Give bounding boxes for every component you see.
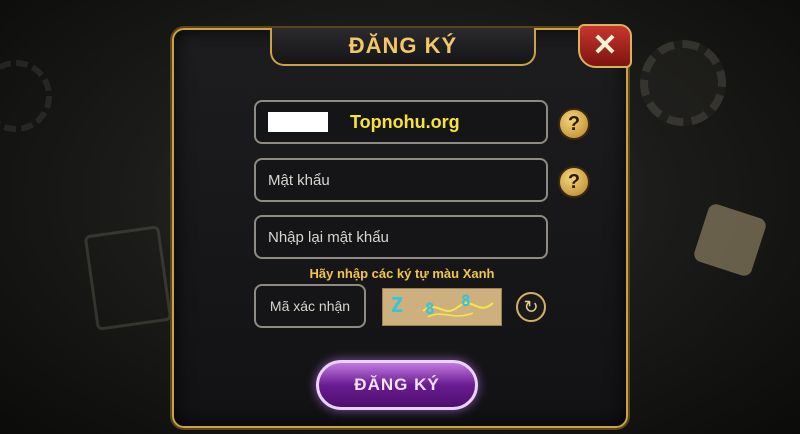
password-placeholder: Mật khẩu (268, 171, 330, 189)
close-icon: ✕ (592, 29, 618, 62)
captcha-char: 8 (425, 299, 435, 318)
confirm-password-placeholder: Nhập lại mật khẩu (268, 228, 389, 246)
register-dialog: ĐĂNG KÝ ✕ Topnohu.org ? Mật khẩu ? Nhập … (172, 24, 632, 428)
username-field[interactable]: Topnohu.org (254, 100, 548, 144)
dice-decoration (692, 202, 768, 278)
captcha-char: Z (391, 293, 404, 317)
captcha-input[interactable]: Mã xác nhận (254, 284, 366, 328)
dialog-title-tab: ĐĂNG KÝ (270, 28, 536, 66)
casino-chip-decoration (0, 60, 52, 132)
refresh-icon: ↻ (523, 296, 539, 317)
confirm-password-field[interactable]: Nhập lại mật khẩu (254, 215, 548, 259)
password-help-icon[interactable]: ? (558, 166, 590, 198)
dialog-title: ĐĂNG KÝ (348, 33, 458, 58)
refresh-captcha-button[interactable]: ↻ (516, 292, 546, 322)
close-button[interactable]: ✕ (578, 24, 632, 68)
captcha-placeholder: Mã xác nhận (269, 298, 351, 314)
card-decoration (83, 225, 173, 331)
username-redacted-value (268, 112, 328, 132)
casino-chip-decoration (640, 40, 726, 126)
captcha-char: 8 (461, 291, 471, 310)
captcha-image: Z 8 8 (382, 288, 502, 326)
watermark-text: Topnohu.org (350, 111, 460, 132)
username-help-icon[interactable]: ? (558, 108, 590, 140)
password-field[interactable]: Mật khẩu (254, 158, 548, 202)
register-submit-label: ĐĂNG KÝ (354, 375, 440, 394)
captcha-hint: Hãy nhập các ký tự màu Xanh (309, 266, 495, 281)
register-submit-button[interactable]: ĐĂNG KÝ (316, 360, 478, 410)
